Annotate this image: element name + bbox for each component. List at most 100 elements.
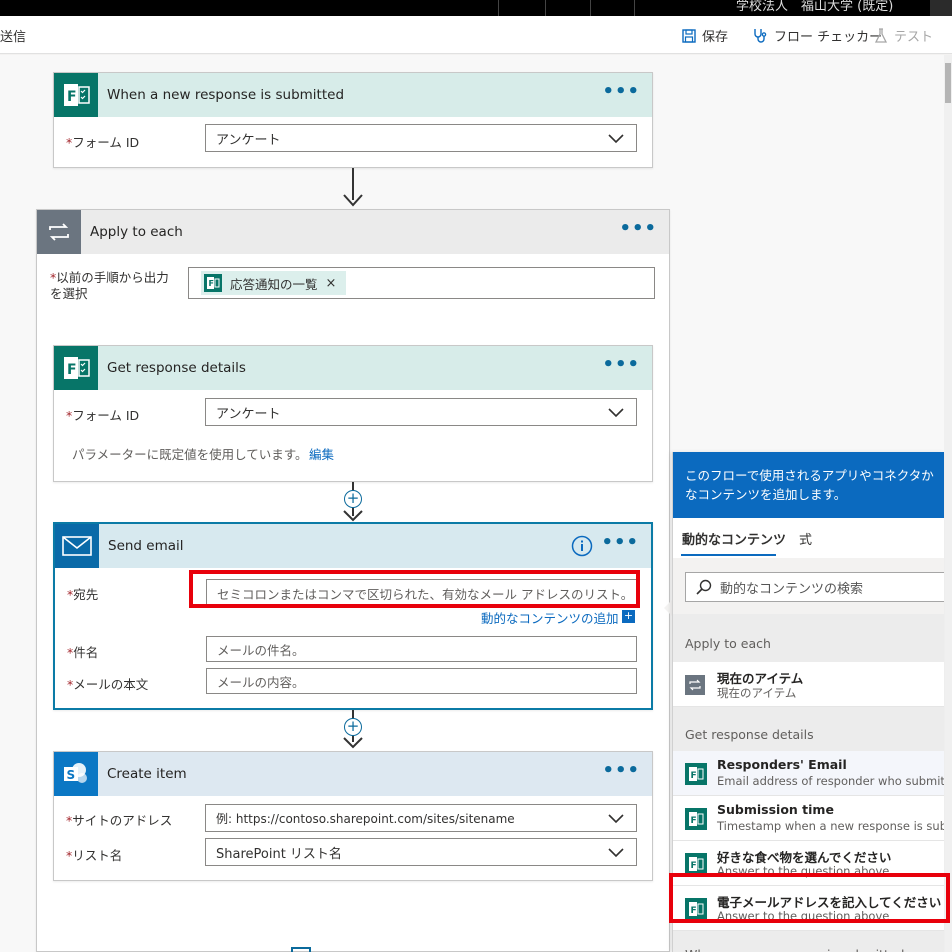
- item-subtitle: Email address of responder who submitted: [717, 774, 944, 788]
- account-button[interactable]: [930, 0, 952, 16]
- test-button[interactable]: テスト: [874, 26, 933, 45]
- default-values-note: パラメーターに既定値を使用しています。: [72, 447, 308, 462]
- dynamic-item-current-item[interactable]: 現在のアイテム 現在のアイテム: [673, 662, 944, 707]
- more-options-icon[interactable]: •••: [602, 356, 640, 374]
- create-item-title: Create item: [107, 766, 187, 782]
- arrow-down-icon: [343, 194, 363, 207]
- list-name-dropdown[interactable]: SharePoint リスト名: [205, 838, 637, 866]
- sharepoint-icon: S: [54, 752, 98, 796]
- dynamic-item[interactable]: F Submission time Timestamp when a new r…: [673, 796, 944, 841]
- add-dynamic-content-link[interactable]: 動的なコンテンツの追加: [481, 608, 619, 627]
- arrow-down-icon: [343, 737, 363, 749]
- more-options-icon[interactable]: •••: [602, 83, 640, 101]
- form-id-dropdown[interactable]: アンケート: [205, 124, 637, 152]
- more-options-icon[interactable]: •••: [619, 220, 657, 238]
- dynamic-token[interactable]: F 応答通知の一覧 ×: [201, 271, 347, 295]
- list-name-label: *リスト名: [66, 848, 123, 863]
- create-item-card: S Create item ••• *サイトのアドレス 例: https://c…: [53, 751, 653, 881]
- trigger-card-header[interactable]: F When a new response is submitted •••: [54, 73, 652, 117]
- svg-text:F: F: [691, 771, 697, 781]
- form-id-dropdown[interactable]: アンケート: [205, 398, 637, 426]
- form-id-value: アンケート: [216, 132, 281, 148]
- save-label: 保存: [702, 30, 729, 45]
- tab-dynamic-content[interactable]: 動的なコンテンツ: [682, 529, 786, 548]
- create-item-header[interactable]: S Create item •••: [54, 752, 652, 796]
- vertical-scrollbar[interactable]: [944, 55, 952, 952]
- add-step-button[interactable]: +: [344, 490, 362, 508]
- apply-to-each-title: Apply to each: [90, 224, 183, 240]
- item-title: Responders' Email: [717, 757, 847, 772]
- item-subtitle: 現在のアイテム: [717, 686, 797, 700]
- svg-text:F: F: [691, 861, 697, 871]
- send-feedback-button[interactable]: 送信: [0, 26, 26, 45]
- org-name[interactable]: 学校法人 福山大学 (既定): [736, 0, 893, 14]
- flow-checker-button[interactable]: フロー チェッカー: [752, 26, 882, 45]
- loop-icon: [685, 675, 705, 695]
- flow-checker-label: フロー チェッカー: [774, 30, 883, 45]
- banner-text-line1: このフローで使用されるアプリやコネクタか: [685, 468, 934, 483]
- chevron-down-icon: [608, 814, 624, 824]
- body-placeholder: メールの内容。: [217, 674, 305, 690]
- edit-link[interactable]: 編集: [309, 444, 334, 463]
- chevron-down-icon: [608, 134, 624, 144]
- loop-icon: [37, 210, 81, 254]
- subject-input[interactable]: メールの件名。: [206, 636, 637, 662]
- get-response-details-header[interactable]: F Get response details •••: [54, 346, 652, 390]
- section-apply-to-each: Apply to each: [673, 614, 944, 662]
- body-input[interactable]: メールの内容。: [206, 668, 637, 694]
- topbar-divider: [545, 0, 546, 16]
- apply-to-each-header[interactable]: Apply to each •••: [37, 210, 669, 254]
- stethoscope-icon: [754, 28, 767, 43]
- get-response-details-card: F Get response details ••• *フォーム ID アンケー…: [53, 345, 653, 482]
- remove-token-icon[interactable]: ×: [326, 276, 337, 291]
- item-title: Submission time: [717, 802, 834, 817]
- site-address-placeholder: 例: https://contoso.sharepoint.com/sites/…: [216, 811, 515, 826]
- section-get-response-details: Get response details: [673, 707, 944, 751]
- send-label: 送信: [0, 30, 27, 45]
- search-icon: [696, 579, 712, 595]
- scrollbar-thumb[interactable]: [945, 63, 951, 103]
- form-id-label: *フォーム ID: [66, 135, 140, 150]
- svg-text:F: F: [209, 279, 214, 288]
- item-subtitle: Timestamp when a new response is submit: [717, 819, 944, 833]
- send-email-header[interactable]: Send email •••: [55, 524, 651, 568]
- forms-icon: F: [685, 808, 707, 830]
- add-dynamic-content-icon[interactable]: +: [622, 610, 635, 623]
- chevron-down-icon: [608, 408, 624, 418]
- dynamic-item[interactable]: F Responders' Email Email address of res…: [673, 751, 944, 796]
- panel-banner: このフローで使用されるアプリやコネクタか なコンテンツを追加します。: [673, 452, 944, 518]
- more-options-icon[interactable]: •••: [602, 762, 640, 780]
- tab-expression[interactable]: 式: [799, 529, 812, 548]
- command-bar: 送信 保存 フロー チェッカー テスト: [0, 16, 952, 54]
- panel-tabs: 動的なコンテンツ 式: [673, 518, 944, 558]
- panel-search-area: 動的なコンテンツの検索: [673, 558, 944, 614]
- select-output-field[interactable]: F 応答通知の一覧 ×: [188, 267, 655, 299]
- email-item-highlight: [669, 873, 950, 923]
- forms-icon: F: [54, 346, 98, 390]
- topbar-divider: [590, 0, 591, 16]
- section-trigger: When a new response is submitted: [673, 931, 944, 952]
- chevron-down-icon: [608, 848, 624, 858]
- dynamic-content-search-input[interactable]: 動的なコンテンツの検索: [685, 572, 944, 602]
- new-step-icon[interactable]: [291, 947, 311, 952]
- send-email-title: Send email: [108, 538, 184, 554]
- site-address-dropdown[interactable]: 例: https://contoso.sharepoint.com/sites/…: [205, 804, 637, 832]
- subject-label: *件名: [67, 645, 99, 660]
- trigger-card: F When a new response is submitted ••• *…: [53, 72, 653, 168]
- add-step-button[interactable]: +: [344, 718, 362, 736]
- save-icon: [682, 28, 696, 43]
- info-icon[interactable]: [571, 535, 593, 557]
- send-email-card: Send email ••• *宛先 セミコロンまたはコンマで区切られた、有効な…: [53, 522, 653, 710]
- more-options-icon[interactable]: •••: [601, 534, 639, 552]
- test-label: テスト: [894, 30, 934, 45]
- subject-placeholder: メールの件名。: [217, 642, 305, 658]
- save-button[interactable]: 保存: [682, 26, 728, 45]
- to-field-highlight: [189, 570, 640, 608]
- active-tab-indicator: [681, 554, 776, 556]
- form-id-value: アンケート: [216, 406, 281, 422]
- svg-text:F: F: [691, 816, 697, 826]
- arrow-down-icon: [343, 510, 363, 522]
- topbar-divider: [498, 0, 499, 16]
- search-placeholder: 動的なコンテンツの検索: [720, 581, 864, 597]
- forms-icon: F: [685, 853, 707, 875]
